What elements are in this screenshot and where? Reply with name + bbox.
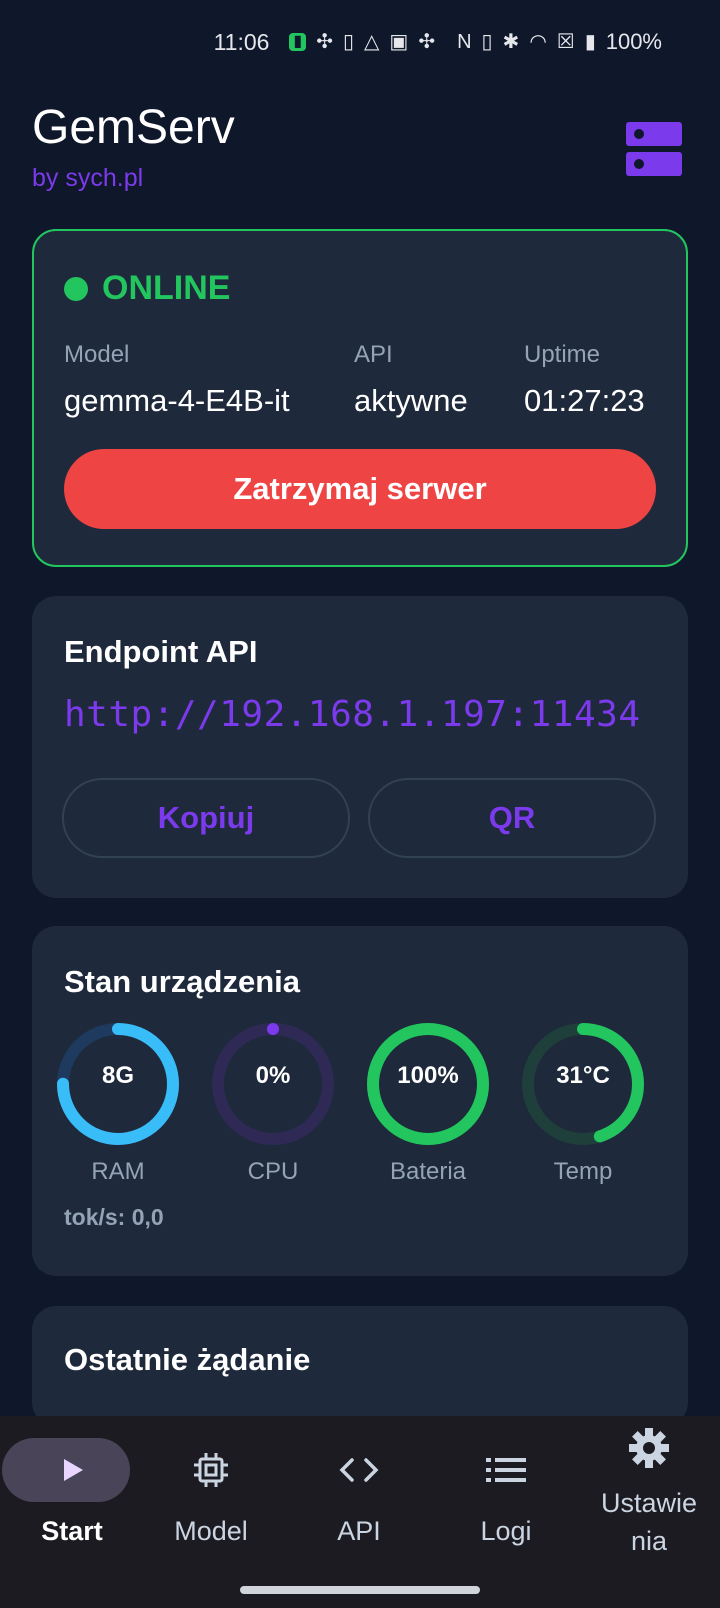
gauge-value: 100% xyxy=(397,1062,459,1089)
server-icon[interactable] xyxy=(626,122,682,176)
bluetooth-icon: ✱ xyxy=(502,31,520,53)
stop-server-button[interactable]: Zatrzymaj serwer xyxy=(64,449,656,529)
fan-icon: ✣ xyxy=(316,31,333,53)
no-sim-icon: ☒ xyxy=(556,31,575,53)
endpoint-url[interactable]: http://192.168.1.197:11434 xyxy=(64,694,641,735)
uptime-value: 01:27:23 xyxy=(524,383,645,418)
gauge-row: 8G RAM 0% CPU 100% Bateria 31°C Temp xyxy=(50,1016,670,1186)
model-value: gemma-4-E4B-it xyxy=(64,383,290,418)
status-time: 11:06 xyxy=(213,28,270,55)
drive-icon: △ xyxy=(364,31,380,53)
phone-icon: ▯ xyxy=(343,31,355,53)
device-state-card: Stan urządzenia 8G RAM 0% CPU 100% Bateria 31°… xyxy=(32,926,688,1276)
gauge-progress xyxy=(267,1023,279,1035)
battery-icon: ▮ xyxy=(584,31,596,53)
model-stat: Model gemma-4-E4B-it xyxy=(64,341,290,419)
api-value: aktywne xyxy=(354,383,468,418)
api-label: API xyxy=(354,341,393,368)
list-icon xyxy=(434,1446,578,1494)
last-request-card: Ostatnie żądanie xyxy=(32,1306,688,1426)
play-icon xyxy=(0,1446,144,1494)
vibrate-icon: ▯ xyxy=(481,31,493,53)
qr-button[interactable]: QR xyxy=(368,778,656,858)
uptime-stat: Uptime 01:27:23 xyxy=(524,341,645,419)
endpoint-title: Endpoint API xyxy=(64,634,258,669)
status-row: ONLINE xyxy=(64,269,230,308)
online-dot-icon xyxy=(64,276,88,301)
gauge-value: 31°C xyxy=(556,1062,610,1089)
gear-icon xyxy=(578,1424,720,1472)
server-state: ONLINE xyxy=(102,269,231,307)
last-request-title: Ostatnie żądanie xyxy=(64,1342,311,1377)
server-status-card: ONLINE Model gemma-4-E4B-it API aktywne … xyxy=(32,229,688,567)
gauge-label: CPU xyxy=(247,1158,299,1185)
fan-icon: ✣ xyxy=(418,31,436,53)
nav-label-logs: Logi xyxy=(480,1516,532,1546)
nav-item-model[interactable]: Model xyxy=(139,1416,283,1586)
nav-item-settings[interactable]: Ustawie nia xyxy=(578,1416,720,1586)
api-stat: API aktywne xyxy=(354,341,468,419)
gauge-bateria: 100% Bateria xyxy=(360,1016,496,1186)
status-bar: 11:06 ▮ ✣ ▯ △ ▣ ✣ N ▯ ✱ ◠ ☒ ▮ 100% xyxy=(0,0,720,84)
nav-item-start[interactable]: Start xyxy=(0,1416,144,1586)
gauge-value: 8G xyxy=(101,1062,134,1089)
tokens-per-second: tok/s: 0,0 xyxy=(64,1204,164,1230)
app-subtitle: by sych.pl xyxy=(32,164,144,192)
nav-item-logs[interactable]: Logi xyxy=(434,1416,578,1586)
home-indicator[interactable] xyxy=(240,1586,480,1594)
device-title: Stan urządzenia xyxy=(64,964,300,999)
battery-percent: 100% xyxy=(605,29,662,54)
gauge-ram: 8G RAM xyxy=(50,1016,186,1186)
gauge-label: Temp xyxy=(553,1158,613,1185)
app-header: GemServ by sych.pl xyxy=(32,100,688,200)
linkedin-icon: ▣ xyxy=(389,31,409,53)
bottom-navigation: Start Model API Logi Ustawie nia xyxy=(0,1416,720,1608)
gauge-value: 0% xyxy=(255,1062,291,1089)
app-title: GemServ xyxy=(32,101,235,154)
endpoint-card: Endpoint API http://192.168.1.197:11434 … xyxy=(32,596,688,898)
uptime-label: Uptime xyxy=(524,341,601,368)
chip-icon xyxy=(139,1446,283,1494)
nav-label-api: API xyxy=(337,1516,381,1546)
copy-button[interactable]: Kopiuj xyxy=(62,778,350,858)
gauge-temp: 31°C Temp xyxy=(515,1016,651,1186)
nav-label-settings: Ustawie nia xyxy=(600,1488,698,1556)
nfc-icon: N xyxy=(457,31,472,53)
wifi-icon: ◠ xyxy=(529,31,547,53)
nav-label-start: Start xyxy=(41,1516,103,1546)
gauge-label: RAM xyxy=(91,1158,145,1185)
gauge-cpu: 0% CPU xyxy=(205,1016,341,1186)
nav-item-api[interactable]: API xyxy=(287,1416,431,1586)
gauge-label: Bateria xyxy=(389,1158,467,1185)
battery-saver-icon: ▮ xyxy=(289,33,307,51)
model-label: Model xyxy=(64,341,130,368)
nav-label-model: Model xyxy=(174,1516,248,1546)
code-icon xyxy=(287,1446,431,1494)
